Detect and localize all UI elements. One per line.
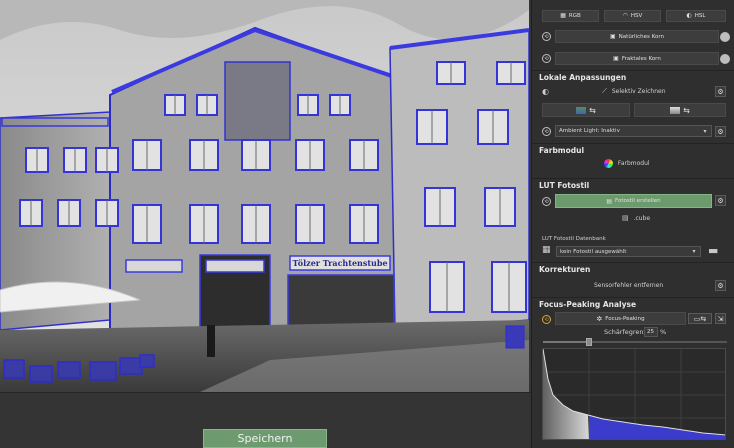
natural-grain-button[interactable]: ▣ Natürliches Korn <box>555 30 719 43</box>
fractal-grain-knob[interactable] <box>720 54 730 64</box>
hsv-button[interactable]: ◠ HSV <box>604 10 661 22</box>
divider <box>532 297 734 298</box>
focus-toggle[interactable]: ⟲ <box>542 315 551 324</box>
film-icon: ▣ <box>610 32 616 40</box>
gradient-gray-icon <box>670 106 681 114</box>
natural-grain-knob[interactable] <box>720 32 730 42</box>
selective-settings-button[interactable]: ⚙ <box>715 86 726 97</box>
korrekturen-title: Korrekturen <box>539 265 591 274</box>
divider <box>532 70 734 71</box>
farbmodul-button[interactable]: Farbmodul <box>604 159 650 168</box>
sharpness-value: 25 <box>647 329 654 335</box>
half-circle-icon[interactable]: ◐ <box>542 87 549 96</box>
lut-settings-button[interactable]: ⚙ <box>715 195 726 206</box>
gradient-green-icon <box>576 106 587 114</box>
hsl-label: HSL <box>694 13 706 19</box>
image-viewport: Tölzer Trachtenstube Speichern <box>0 0 531 448</box>
sharpness-slider-track[interactable] <box>543 338 727 346</box>
sharpness-unit: % <box>660 328 667 336</box>
lut-db-select[interactable]: kein Fotostil ausgewählt ▾ <box>556 246 701 257</box>
focus-title: Focus-Peaking Analyse <box>539 300 637 309</box>
hsl-icon: ◐ <box>686 12 692 19</box>
folder-icon[interactable]: ▬ <box>708 244 718 257</box>
focus-histogram <box>542 348 726 440</box>
fractal-grain-label: Fraktales Korn <box>621 55 661 62</box>
focus-peaking-button[interactable]: ✲ Focus-Peaking <box>555 312 686 325</box>
sharpness-slider-thumb[interactable] <box>586 338 592 346</box>
ambient-settings-button[interactable]: ⚙ <box>715 126 726 137</box>
sharpness-slider-fill <box>543 341 589 343</box>
shop-window <box>287 274 395 331</box>
focus-export-button[interactable]: ⇲ <box>715 313 726 324</box>
wifi-icon: ◠ <box>622 12 628 19</box>
divider <box>532 262 734 263</box>
lut-toggle[interactable]: ⟲ <box>542 197 551 206</box>
farbmodul-label: Farbmodul <box>617 160 650 167</box>
chevron-down-icon: ▾ <box>692 248 696 255</box>
swap-icon: ▭⇆ <box>693 314 707 323</box>
ambient-toggle[interactable]: ⟲ <box>542 127 551 136</box>
lut-db-label: LUT Fotostil Datenbank <box>542 236 606 242</box>
hsv-label: HSV <box>630 13 643 19</box>
swap-icon: ⇆ <box>589 105 596 115</box>
photo-canvas[interactable]: Tölzer Trachtenstube <box>0 0 529 392</box>
cube-label: .cube <box>633 215 651 222</box>
gear-icon: ⚙ <box>717 127 724 136</box>
ambient-value: Ambient Light: Inaktiv <box>559 128 620 134</box>
farbmodul-title: Farbmodul <box>539 146 585 155</box>
grain-natural-toggle[interactable]: ⟲ <box>542 32 551 41</box>
shop-sign-text: Tölzer Trachtenstube <box>292 258 387 268</box>
natural-grain-label: Natürliches Korn <box>618 33 664 40</box>
gear-icon: ⚙ <box>717 281 724 290</box>
create-lut-label: Fotostil erstellen <box>615 198 661 204</box>
save-button[interactable]: Speichern <box>203 429 327 448</box>
shop-sign-mid <box>205 259 265 273</box>
selective-draw-button[interactable]: ⟋ Selektiv Zeichnen <box>602 87 666 96</box>
create-lut-button[interactable]: ▤ Fotostil erstellen <box>555 194 712 208</box>
aperture-icon: ✲ <box>596 314 603 323</box>
hsl-button[interactable]: ◐ HSL <box>666 10 726 22</box>
rgb-label: RGB <box>568 13 581 19</box>
cube-button[interactable]: ▤ .cube <box>622 214 650 222</box>
pedestrian <box>207 325 215 357</box>
ambient-select[interactable]: Ambient Light: Inaktiv ▾ <box>555 125 712 137</box>
sensor-settings-button[interactable]: ⚙ <box>715 280 726 291</box>
lut-db-value: kein Fotostil ausgewählt <box>560 248 627 255</box>
rgb-button[interactable]: ▦ RGB <box>542 10 599 22</box>
export-icon: ⇲ <box>717 314 724 323</box>
grain-fractal-toggle[interactable]: ⟲ <box>542 54 551 63</box>
brush-icon: ⟋ <box>602 87 607 95</box>
gear-icon: ⚙ <box>717 196 724 205</box>
rgb-icon: ▦ <box>560 12 566 19</box>
shop-sign-left <box>125 259 183 273</box>
focus-peaking-label: Focus-Peaking <box>605 315 645 322</box>
color-wheel-icon <box>604 159 613 168</box>
right-chair <box>505 325 525 349</box>
photo-illustration: Tölzer Trachtenstube <box>0 0 529 392</box>
focus-swap-button[interactable]: ▭⇆ <box>688 313 712 324</box>
histogram-graph <box>543 349 725 439</box>
lokale-title: Lokale Anpassungen <box>539 73 627 82</box>
document-icon: ▤ <box>606 197 612 205</box>
app-window: Tölzer Trachtenstube Speichern ▦ RGB ◠ H… <box>0 0 734 448</box>
divider <box>532 178 734 179</box>
document-icon: ▤ <box>622 214 629 222</box>
selective-draw-label: Selektiv Zeichnen <box>611 88 666 95</box>
divider <box>532 143 734 144</box>
film-icon: ▣ <box>613 54 619 62</box>
gradient-button-left[interactable]: ⇆ <box>542 103 630 117</box>
sharpness-input[interactable]: 25 <box>644 327 658 337</box>
swap-icon: ⇆ <box>683 105 690 115</box>
lut-title: LUT Fotostil <box>539 181 590 190</box>
chevron-down-icon: ▾ <box>703 127 707 135</box>
fractal-grain-button[interactable]: ▣ Fraktales Korn <box>555 52 719 65</box>
grid-icon[interactable]: ▦ <box>542 245 551 255</box>
sensor-fix-label[interactable]: Sensorfehler entfernen <box>594 282 663 289</box>
gradient-button-right[interactable]: ⇆ <box>634 103 726 117</box>
gear-icon: ⚙ <box>717 87 724 96</box>
